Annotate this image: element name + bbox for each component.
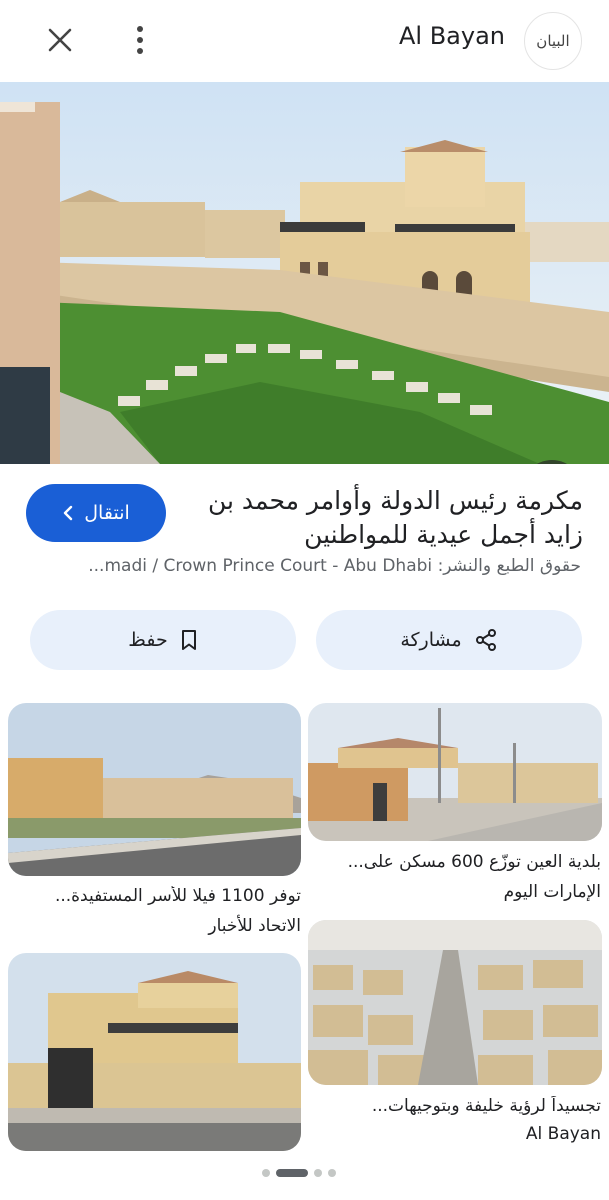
related-image-4[interactable] bbox=[8, 953, 301, 1151]
page-dot[interactable] bbox=[314, 1169, 322, 1177]
page-dot-active[interactable] bbox=[276, 1169, 308, 1177]
related-source-2[interactable]: الاتحاد للأخبار bbox=[8, 916, 301, 936]
related-source-1[interactable]: الإمارات اليوم bbox=[307, 882, 601, 902]
visit-button[interactable]: انتقال bbox=[26, 484, 166, 542]
source-logo[interactable]: البيان bbox=[524, 12, 582, 70]
related-image-2[interactable] bbox=[8, 703, 301, 876]
related-title-2[interactable]: توفر 1100 فيلا للأسر المستفيدة... bbox=[8, 886, 301, 906]
related-title-1[interactable]: بلدية العين توزّع 600 مسكن على... bbox=[307, 852, 601, 872]
save-button[interactable]: حفظ bbox=[30, 610, 296, 670]
page-dot[interactable] bbox=[328, 1169, 336, 1177]
more-vert-icon bbox=[137, 26, 143, 54]
close-icon bbox=[48, 28, 72, 52]
save-label: حفظ bbox=[128, 629, 168, 651]
share-icon bbox=[475, 629, 496, 651]
source-name[interactable]: Al Bayan bbox=[399, 22, 505, 50]
related-title-3[interactable]: تجسيداً لرؤية خليفة وبتوجيهات... bbox=[307, 1096, 601, 1116]
bookmark-icon bbox=[181, 630, 196, 650]
chevron-left-icon bbox=[64, 505, 73, 521]
pagination-dots bbox=[262, 1166, 336, 1180]
credit-value: ...madi / Crown Prince Court - Abu Dhabi bbox=[88, 556, 433, 576]
visit-label: انتقال bbox=[84, 502, 130, 524]
share-button[interactable]: مشاركة bbox=[316, 610, 582, 670]
villa-photo bbox=[0, 82, 609, 464]
related-image-3[interactable] bbox=[308, 920, 602, 1085]
more-options-button[interactable] bbox=[120, 20, 160, 60]
logo-text: البيان bbox=[536, 32, 570, 50]
main-image[interactable] bbox=[0, 82, 609, 464]
share-label: مشاركة bbox=[400, 629, 462, 651]
result-title[interactable]: مكرمة رئيس الدولة وأوامر محمد بن زايد أج… bbox=[183, 484, 583, 552]
related-image-1[interactable] bbox=[308, 703, 602, 841]
close-button[interactable] bbox=[38, 20, 82, 60]
page-dot[interactable] bbox=[262, 1169, 270, 1177]
related-source-3[interactable]: Al Bayan bbox=[307, 1124, 601, 1144]
image-credit: حقوق الطبع والنشر: ...madi / Crown Princ… bbox=[21, 556, 581, 576]
credit-label: حقوق الطبع والنشر: bbox=[437, 556, 581, 576]
top-bar: Al Bayan البيان bbox=[0, 0, 609, 82]
